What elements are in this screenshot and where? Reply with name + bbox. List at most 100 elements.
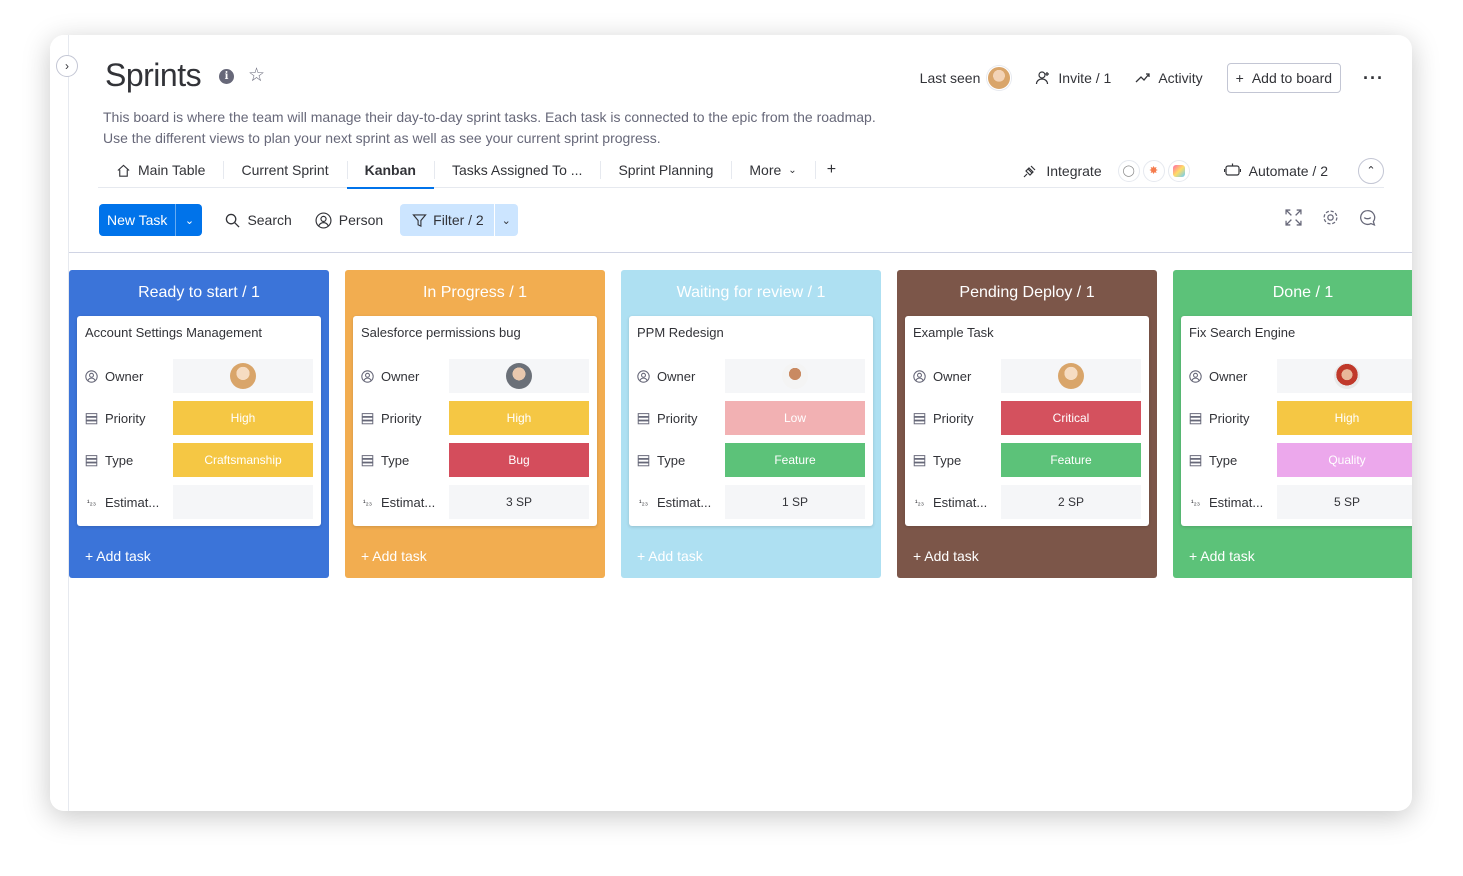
priority-status[interactable]: High bbox=[1277, 401, 1412, 435]
owner-cell[interactable] bbox=[449, 359, 589, 393]
owner-row: Owner bbox=[1189, 359, 1412, 393]
invite-button[interactable]: Invite / 1 bbox=[1035, 70, 1111, 86]
add-task-button[interactable]: + Add task bbox=[361, 548, 427, 564]
filter-button[interactable]: Filter / 2 ⌄ bbox=[400, 204, 518, 236]
add-to-board-button[interactable]: + Add to board bbox=[1226, 63, 1342, 93]
toolbar-right-actions bbox=[1285, 209, 1376, 226]
fullscreen-icon[interactable] bbox=[1285, 209, 1302, 226]
type-status[interactable]: Feature bbox=[1001, 443, 1141, 477]
status-column-icon bbox=[361, 412, 374, 424]
add-view-button[interactable]: + bbox=[814, 153, 848, 188]
toolbar-divider bbox=[69, 252, 1412, 253]
owner-cell[interactable] bbox=[173, 359, 313, 393]
task-name[interactable]: Salesforce permissions bug bbox=[361, 325, 589, 359]
star-icon[interactable]: ☆ bbox=[248, 64, 265, 87]
owner-cell[interactable] bbox=[725, 359, 865, 393]
hubspot-icon: ✸ bbox=[1142, 159, 1165, 182]
task-card[interactable]: Fix Search Engine Owner Priority High Ty bbox=[1181, 316, 1412, 526]
field-label: Priority bbox=[913, 411, 1001, 426]
home-icon bbox=[117, 164, 130, 177]
add-task-button[interactable]: + Add task bbox=[913, 548, 979, 564]
tab-tasks-assigned[interactable]: Tasks Assigned To ... bbox=[433, 153, 600, 188]
chevron-up-icon[interactable]: ⌃ bbox=[1358, 157, 1384, 184]
task-card[interactable]: Salesforce permissions bug Owner Priorit… bbox=[353, 316, 597, 526]
estimate-label: Estimat... bbox=[933, 494, 988, 510]
chat-icon[interactable] bbox=[1359, 209, 1376, 226]
automate-button[interactable]: Automate / 2 bbox=[1223, 163, 1328, 179]
add-task-button[interactable]: + Add task bbox=[1189, 548, 1255, 564]
priority-status[interactable]: High bbox=[173, 401, 313, 435]
task-name[interactable]: Account Settings Management bbox=[85, 325, 313, 359]
type-status[interactable]: Bug bbox=[449, 443, 589, 477]
type-status[interactable]: Quality bbox=[1277, 443, 1412, 477]
owner-label: Owner bbox=[1209, 368, 1248, 384]
avatar bbox=[506, 363, 532, 389]
type-status[interactable]: Feature bbox=[725, 443, 865, 477]
tab-label: Main Table bbox=[138, 162, 206, 178]
kanban-column: Ready to start / 1 Account Settings Mana… bbox=[69, 270, 329, 578]
kanban-column: Done / 1 Fix Search Engine Owner Priorit… bbox=[1173, 270, 1412, 578]
tab-more[interactable]: More ⌄ bbox=[731, 153, 814, 188]
estimate-label: Estimat... bbox=[657, 494, 712, 510]
last-seen[interactable]: Last seen bbox=[920, 66, 1012, 90]
tab-main-table[interactable]: Main Table bbox=[98, 153, 223, 188]
type-label: Type bbox=[933, 452, 962, 468]
filter-icon bbox=[412, 213, 427, 227]
gear-icon[interactable] bbox=[1322, 209, 1339, 226]
column-title: Done / 1 bbox=[1272, 284, 1334, 301]
estimate-cell[interactable]: 3 SP bbox=[449, 485, 589, 519]
estimate-row: ¹₂₃ Estimat... 3 SP bbox=[361, 485, 589, 519]
owner-row: Owner bbox=[85, 359, 313, 393]
task-name[interactable]: Example Task bbox=[913, 325, 1141, 359]
tab-current-sprint[interactable]: Current Sprint bbox=[223, 153, 346, 188]
priority-status[interactable]: Low bbox=[725, 401, 865, 435]
status-column-icon bbox=[913, 454, 926, 466]
numbers-icon: ¹₂₃ bbox=[362, 497, 373, 507]
activity-button[interactable]: Activity bbox=[1135, 70, 1203, 86]
field-label: ¹₂₃ Estimat... bbox=[637, 495, 725, 510]
tab-sprint-planning[interactable]: Sprint Planning bbox=[600, 153, 731, 188]
estimate-cell[interactable] bbox=[173, 485, 313, 519]
estimate-cell[interactable]: 2 SP bbox=[1001, 485, 1141, 519]
new-task-button[interactable]: New Task ⌄ bbox=[99, 204, 203, 236]
tab-label: More bbox=[749, 162, 782, 178]
more-options-icon[interactable]: ··· bbox=[1363, 68, 1384, 89]
chevron-down-icon[interactable]: ⌄ bbox=[493, 204, 518, 236]
tab-label: Kanban bbox=[364, 162, 416, 178]
info-icon[interactable]: i bbox=[219, 69, 234, 84]
priority-status[interactable]: High bbox=[449, 401, 589, 435]
add-task-button[interactable]: + Add task bbox=[637, 548, 703, 564]
tab-kanban[interactable]: Kanban bbox=[346, 153, 435, 189]
field-label: Owner bbox=[361, 369, 449, 384]
estimate-cell[interactable]: 5 SP bbox=[1277, 485, 1412, 519]
chevron-down-icon[interactable]: ⌄ bbox=[175, 204, 202, 236]
task-name[interactable]: PPM Redesign bbox=[637, 325, 865, 359]
kanban-board: Ready to start / 1 Account Settings Mana… bbox=[69, 270, 1412, 578]
task-card[interactable]: PPM Redesign Owner Priority Low Type Fea… bbox=[629, 316, 873, 526]
person-filter-button[interactable]: Person bbox=[315, 211, 383, 229]
status-column-icon bbox=[913, 412, 926, 424]
kanban-column: Pending Deploy / 1 Example Task Owner Pr… bbox=[897, 270, 1157, 578]
integration-app-icon bbox=[1167, 159, 1190, 182]
last-seen-label: Last seen bbox=[919, 70, 981, 86]
field-label: Owner bbox=[913, 369, 1001, 384]
filter-label-wrap: Filter / 2 bbox=[400, 204, 494, 236]
add-task-button[interactable]: + Add task bbox=[85, 548, 151, 564]
integrate-button[interactable]: Integrate ◯ ✸ bbox=[1022, 159, 1190, 182]
field-label: Type bbox=[85, 453, 173, 468]
invite-label: Invite / 1 bbox=[1058, 70, 1112, 86]
owner-cell[interactable] bbox=[1277, 359, 1412, 393]
type-status[interactable]: Craftsmanship bbox=[173, 443, 313, 477]
task-card[interactable]: Account Settings Management Owner Priori… bbox=[77, 316, 321, 526]
column-title: Pending Deploy / 1 bbox=[959, 284, 1095, 301]
avatar bbox=[230, 363, 256, 389]
priority-status[interactable]: Critical bbox=[1001, 401, 1141, 435]
chevron-right-icon[interactable]: › bbox=[56, 55, 78, 77]
search-button[interactable]: Search bbox=[225, 212, 292, 228]
priority-label: Priority bbox=[657, 410, 698, 426]
estimate-cell[interactable]: 1 SP bbox=[725, 485, 865, 519]
task-name[interactable]: Fix Search Engine bbox=[1189, 325, 1412, 359]
task-card[interactable]: Example Task Owner Priority Critical Typ bbox=[905, 316, 1149, 526]
owner-cell[interactable] bbox=[1001, 359, 1141, 393]
estimate-row: ¹₂₃ Estimat... bbox=[85, 485, 313, 519]
